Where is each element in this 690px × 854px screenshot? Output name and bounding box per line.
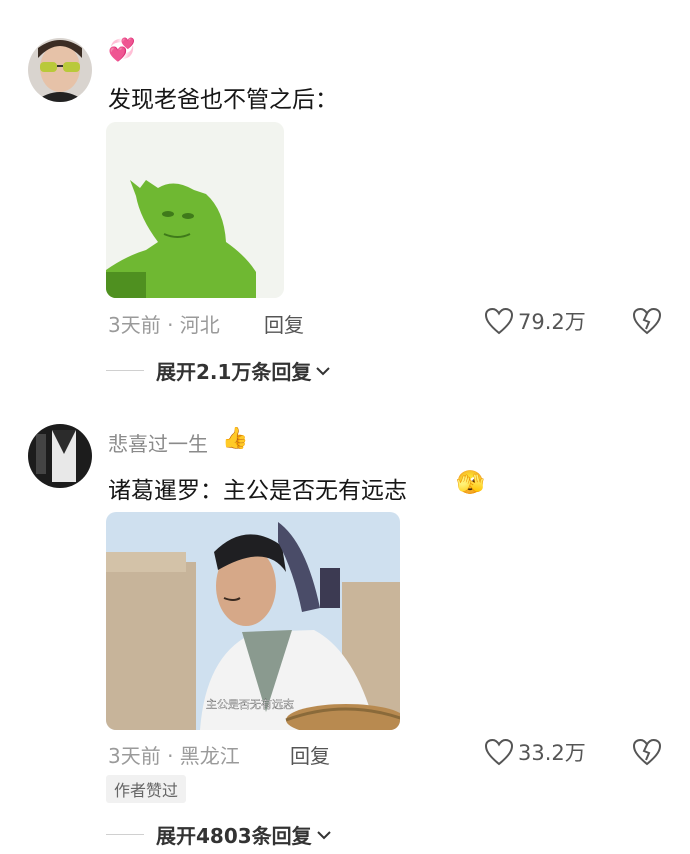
author-liked-badge: 作者赞过: [106, 775, 187, 803]
chevron-down-icon: [316, 830, 331, 839]
comment-image[interactable]: [106, 122, 284, 298]
divider-line: [106, 834, 144, 835]
expand-label: 展开2.1万条回复: [156, 360, 312, 384]
time-location: 3天前 · 河北: [108, 313, 220, 337]
username-emoji: 💞: [108, 38, 136, 63]
time-location: 3天前 · 黑龙江: [108, 744, 240, 768]
chevron-down-icon: [316, 366, 331, 375]
reply-button[interactable]: 回复: [264, 309, 304, 338]
image-subtitle: 主公是否无有远志: [206, 697, 294, 711]
heart-icon: [484, 307, 514, 335]
username-emoji: 👍: [222, 426, 249, 450]
comment-image[interactable]: 主公是否无有远志: [106, 512, 400, 730]
like-count: 33.2万: [518, 741, 586, 765]
like-button[interactable]: 33.2万: [484, 737, 586, 767]
avatar[interactable]: [28, 424, 92, 488]
avatar[interactable]: [28, 38, 92, 102]
like-button[interactable]: 79.2万: [484, 306, 586, 336]
heart-icon: [484, 738, 514, 766]
broken-heart-icon[interactable]: [632, 737, 662, 767]
expand-replies-button[interactable]: 展开4803条回复: [106, 820, 332, 849]
like-count: 79.2万: [518, 310, 586, 334]
comment-emoji: 🫣: [456, 470, 485, 496]
expand-label: 展开4803条回复: [156, 824, 312, 848]
divider-line: [106, 370, 144, 371]
username[interactable]: 悲喜过一生: [108, 428, 208, 457]
comment-text: 发现老爸也不管之后：: [108, 87, 338, 113]
reply-button[interactable]: 回复: [290, 740, 330, 769]
expand-replies-button[interactable]: 展开2.1万条回复: [106, 356, 331, 385]
comment-text: 诸葛暹罗：主公是否无有远志: [108, 478, 407, 504]
broken-heart-icon[interactable]: [632, 306, 662, 336]
